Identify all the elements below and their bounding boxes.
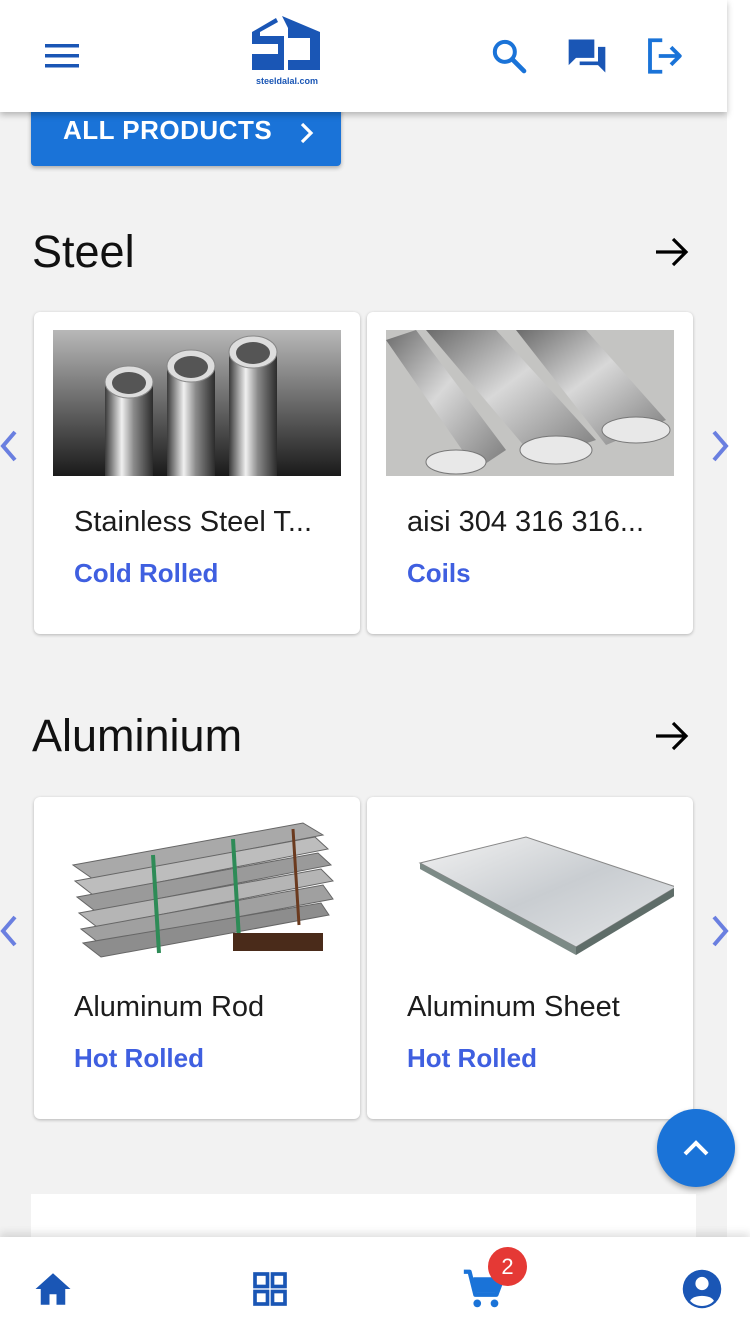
home-icon bbox=[35, 1273, 71, 1305]
chevron-left-icon bbox=[0, 430, 17, 462]
page-background bbox=[0, 0, 727, 1334]
product-card[interactable]: Stainless Steel T... Cold Rolled bbox=[34, 312, 360, 634]
logout-button[interactable] bbox=[642, 34, 686, 78]
section-title-steel: Steel bbox=[32, 226, 135, 277]
product-card[interactable]: Aluminum Rod Hot Rolled bbox=[34, 797, 360, 1119]
logout-icon bbox=[648, 38, 682, 74]
chevron-right-icon bbox=[301, 122, 314, 144]
nav-home[interactable] bbox=[29, 1265, 77, 1313]
product-card[interactable]: aisi 304 316 316... Coils bbox=[367, 312, 693, 634]
bottom-nav bbox=[0, 1237, 750, 1334]
logo-mark bbox=[252, 16, 320, 70]
account-icon bbox=[682, 1269, 722, 1309]
product-name: Stainless Steel T... bbox=[74, 506, 313, 538]
product-name: Aluminum Rod bbox=[74, 991, 265, 1023]
cart-count-badge: 2 bbox=[488, 1247, 527, 1286]
arrow-right-icon bbox=[656, 721, 689, 751]
section-title-aluminium: Aluminium bbox=[32, 710, 243, 761]
chevron-left-icon bbox=[0, 915, 17, 947]
categories-icon bbox=[253, 1272, 287, 1306]
aluminium-see-all-button[interactable] bbox=[650, 714, 694, 758]
product-category: Hot Rolled bbox=[407, 1043, 537, 1073]
nav-categories[interactable] bbox=[246, 1265, 294, 1313]
chevron-up-icon bbox=[683, 1140, 709, 1156]
menu-icon bbox=[45, 44, 79, 68]
chevron-right-icon bbox=[712, 430, 729, 462]
nav-account[interactable] bbox=[678, 1265, 726, 1313]
product-name: Aluminum Sheet bbox=[407, 991, 620, 1023]
app-header: steeldalal.com bbox=[0, 0, 727, 112]
site-logo[interactable]: steeldalal.com bbox=[248, 14, 326, 90]
search-button[interactable] bbox=[487, 34, 531, 78]
aluminium-carousel-next[interactable] bbox=[705, 909, 735, 953]
steel-carousel-next[interactable] bbox=[705, 424, 735, 468]
product-category: Coils bbox=[407, 558, 471, 588]
steel-see-all-button[interactable] bbox=[650, 230, 694, 274]
steel-carousel-prev[interactable] bbox=[0, 424, 24, 468]
all-products-label: ALL PRODUCTS bbox=[63, 115, 273, 145]
menu-button[interactable] bbox=[40, 36, 84, 76]
arrow-right-icon bbox=[656, 237, 689, 267]
product-category: Cold Rolled bbox=[74, 558, 219, 588]
chat-button[interactable] bbox=[565, 34, 609, 78]
logo-text: steeldalal.com bbox=[255, 76, 319, 86]
chat-icon bbox=[568, 39, 606, 73]
product-image bbox=[53, 815, 341, 961]
product-card[interactable]: Aluminum Sheet Hot Rolled bbox=[367, 797, 693, 1119]
product-name: aisi 304 316 316... bbox=[407, 506, 645, 538]
product-image bbox=[386, 815, 674, 961]
scroll-top-button[interactable] bbox=[657, 1109, 735, 1187]
product-image bbox=[386, 330, 674, 476]
aluminium-carousel-prev[interactable] bbox=[0, 909, 24, 953]
chevron-right-icon bbox=[712, 915, 729, 947]
product-category: Hot Rolled bbox=[74, 1043, 204, 1073]
search-icon bbox=[492, 39, 527, 74]
product-image bbox=[53, 330, 341, 476]
